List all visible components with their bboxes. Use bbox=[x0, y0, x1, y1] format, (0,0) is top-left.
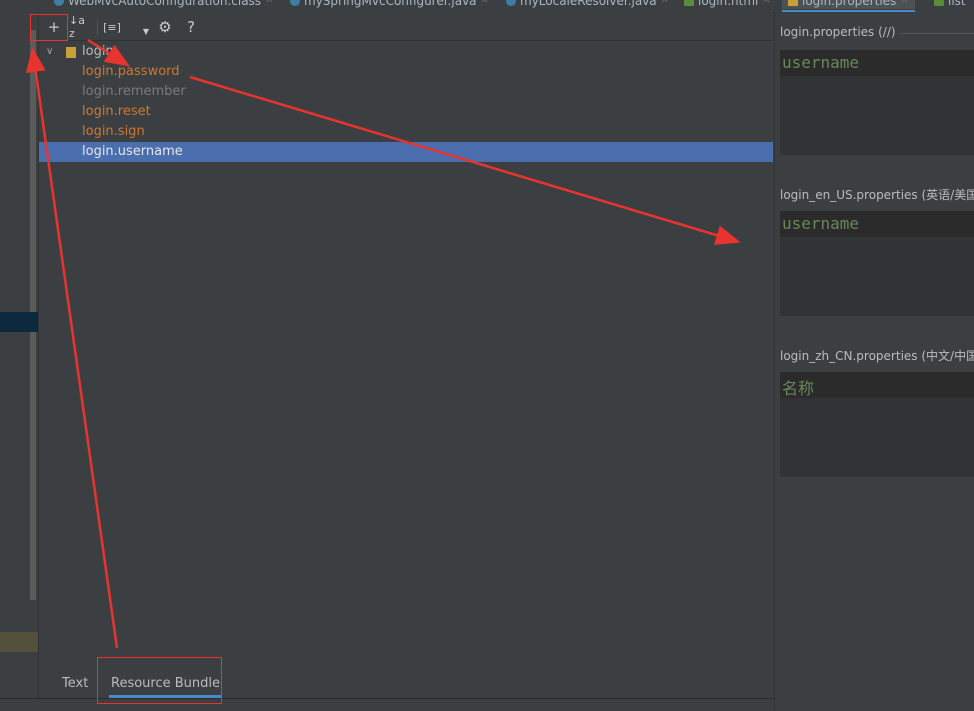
arrow-to-values bbox=[189, 75, 741, 245]
arrow-to-add-button bbox=[25, 47, 119, 649]
arrow-to-new-key bbox=[87, 38, 131, 67]
annotation-arrows bbox=[25, 38, 741, 649]
